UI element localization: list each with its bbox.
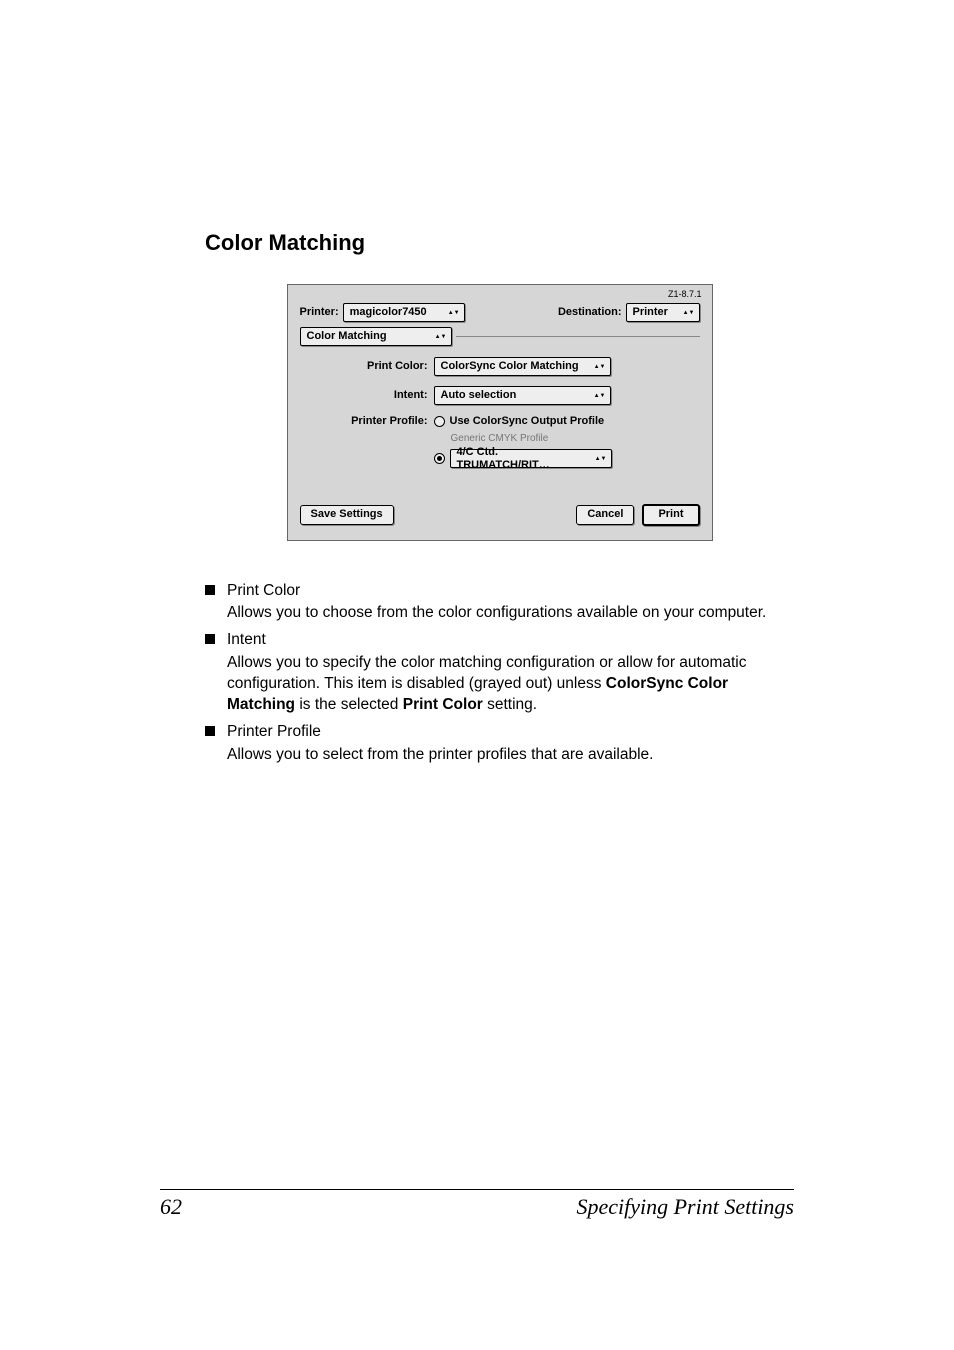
printer-profile-select[interactable]: 4/C Ctd. TRUMATCH/RIT… ▲▼ <box>450 449 612 468</box>
select-arrows-icon: ▲▼ <box>435 335 447 339</box>
square-bullet-icon <box>205 585 215 595</box>
section-title: Color Matching <box>205 230 794 256</box>
print-dialog: Z1-8.7.1 Printer: magicolor7450 ▲▼ Desti… <box>287 284 713 541</box>
select-arrows-icon: ▲▼ <box>594 394 606 398</box>
panel-select-value: Color Matching <box>307 330 387 343</box>
printer-profile-option1-subtext: Generic CMYK Profile <box>451 433 549 444</box>
intent-label: Intent: <box>310 389 434 402</box>
select-arrows-icon: ▲▼ <box>594 365 606 369</box>
footer-title: Specifying Print Settings <box>576 1194 794 1220</box>
print-button[interactable]: Print <box>642 504 699 525</box>
printer-label: Printer: <box>300 306 339 319</box>
select-arrows-icon: ▲▼ <box>595 457 607 461</box>
panel-select[interactable]: Color Matching ▲▼ <box>300 327 452 346</box>
printer-profile-select-value: 4/C Ctd. TRUMATCH/RIT… <box>457 446 589 472</box>
printer-profile-label: Printer Profile: <box>310 415 434 428</box>
destination-select[interactable]: Printer ▲▼ <box>626 303 700 322</box>
page-footer: 62 Specifying Print Settings <box>160 1189 794 1220</box>
save-settings-button[interactable]: Save Settings <box>300 505 394 524</box>
item-body-segment: is the selected <box>295 696 403 713</box>
footer-divider <box>160 1189 794 1190</box>
page-number: 62 <box>160 1194 182 1220</box>
item-title: Printer Profile <box>227 722 653 743</box>
square-bullet-icon <box>205 634 215 644</box>
printer-profile-radio-custom[interactable] <box>434 453 445 464</box>
select-arrows-icon: ▲▼ <box>448 311 460 315</box>
printer-select[interactable]: magicolor7450 ▲▼ <box>343 303 465 322</box>
description-list: Print Color Allows you to choose from th… <box>205 581 794 766</box>
dialog-version: Z1-8.7.1 <box>668 289 702 300</box>
item-body-bold: Print Color <box>403 696 483 713</box>
intent-value: Auto selection <box>441 389 517 402</box>
printer-profile-option1-label: Use ColorSync Output Profile <box>450 415 605 428</box>
item-body: Allows you to choose from the color conf… <box>227 603 766 624</box>
destination-select-value: Printer <box>633 306 668 319</box>
print-color-value: ColorSync Color Matching <box>441 360 579 373</box>
item-body: Allows you to specify the color matching… <box>227 653 794 716</box>
cancel-button[interactable]: Cancel <box>576 505 634 524</box>
item-title: Print Color <box>227 581 766 602</box>
list-item: Printer Profile Allows you to select fro… <box>205 722 794 766</box>
item-body: Allows you to select from the printer pr… <box>227 745 653 766</box>
item-title: Intent <box>227 630 794 651</box>
item-body-segment: setting. <box>483 696 537 713</box>
destination-label: Destination: <box>558 306 622 319</box>
select-arrows-icon: ▲▼ <box>683 311 695 315</box>
square-bullet-icon <box>205 726 215 736</box>
printer-profile-radio-colorsync[interactable] <box>434 416 445 427</box>
print-color-label: Print Color: <box>310 360 434 373</box>
print-color-select[interactable]: ColorSync Color Matching ▲▼ <box>434 357 611 376</box>
list-item: Intent Allows you to specify the color m… <box>205 630 794 716</box>
intent-select[interactable]: Auto selection ▲▼ <box>434 386 611 405</box>
printer-select-value: magicolor7450 <box>350 306 427 319</box>
list-item: Print Color Allows you to choose from th… <box>205 581 794 625</box>
